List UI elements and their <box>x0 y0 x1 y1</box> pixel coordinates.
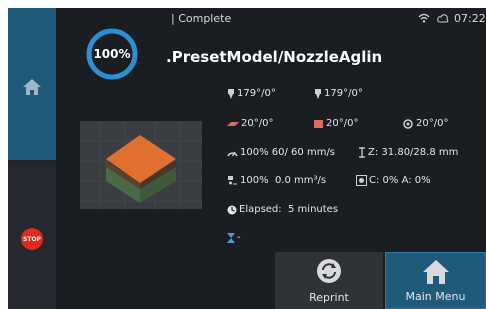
eta-value: - <box>237 232 241 243</box>
chamber-value: 20°/0° <box>326 118 359 129</box>
flow-value: 0.0 mm³/s <box>274 175 327 186</box>
speedometer-icon <box>227 151 238 157</box>
ca-label: C: <box>369 175 380 186</box>
fan-temp: 20°/0° <box>402 118 448 129</box>
sidebar-stop-area: STOP <box>8 166 56 309</box>
stop-label: STOP <box>23 235 41 243</box>
z-height-icon <box>359 147 365 158</box>
speed-percent: 100% <box>240 147 269 158</box>
chamber-icon <box>314 119 323 128</box>
main-menu-button[interactable]: Main Menu <box>385 252 486 309</box>
ca-value: 0% A: 0% <box>382 175 431 186</box>
extruder2-temp: 179°/0° <box>314 88 363 99</box>
hourglass-icon <box>227 232 235 243</box>
print-status: | Complete <box>171 12 232 25</box>
wifi-icon <box>418 13 430 23</box>
axis-icon <box>356 175 367 186</box>
extruder2-value: 179°/0° <box>324 88 363 99</box>
refresh-icon <box>317 259 341 283</box>
extruder1-temp: 179°/0° <box>227 88 276 99</box>
flow-readout: 100% 0.0 mm³/s <box>227 175 326 186</box>
speed-readout: 100% 60/ 60 mm/s <box>227 147 335 158</box>
z-value: 31.80/28.8 mm <box>381 147 459 158</box>
nozzle-icon <box>315 88 321 99</box>
elapsed-value: 5 minutes <box>288 204 339 215</box>
eta-readout: - <box>227 232 241 243</box>
flow-percent: 100% <box>240 175 269 186</box>
elapsed-readout: Elapsed: 5 minutes <box>227 204 338 215</box>
home-icon <box>23 79 41 95</box>
z-label: Z: <box>368 147 379 158</box>
reprint-label: Reprint <box>309 291 349 304</box>
stop-icon[interactable]: STOP <box>21 228 43 250</box>
flow-icon <box>228 175 237 184</box>
bed-icon <box>227 121 239 126</box>
fan-temp-value: 20°/0° <box>416 118 449 129</box>
home-icon <box>422 260 449 284</box>
sidebar-home-button[interactable] <box>8 8 56 160</box>
speed-value: 60/ 60 mm/s <box>271 147 336 158</box>
clock-icon <box>227 205 237 214</box>
bed-value: 20°/0° <box>241 118 274 129</box>
cloud-icon <box>437 14 449 23</box>
progress-percent: 100% <box>93 47 131 61</box>
reprint-button[interactable]: Reprint <box>275 252 383 309</box>
nozzle-icon <box>228 88 234 99</box>
chamber-temp: 20°/0° <box>314 118 358 129</box>
file-name: .PresetModel/NozzleAglin <box>166 48 383 66</box>
z-readout: Z: 31.80/28.8 mm <box>358 147 458 158</box>
model-preview-image <box>80 121 202 209</box>
ca-readout: C: 0% A: 0% <box>356 175 431 186</box>
fan-icon <box>403 118 413 129</box>
bed-temp: 20°/0° <box>227 118 273 129</box>
sidebar: STOP <box>8 8 56 309</box>
printer-screen: STOP | Complete 07:22 100% .PresetModel/… <box>8 8 486 309</box>
clock-time: 07:22 <box>454 12 486 25</box>
extruder1-value: 179°/0° <box>237 88 276 99</box>
main-menu-label: Main Menu <box>405 290 466 303</box>
elapsed-label: Elapsed: <box>239 204 282 215</box>
model-thumbnail <box>80 121 202 209</box>
